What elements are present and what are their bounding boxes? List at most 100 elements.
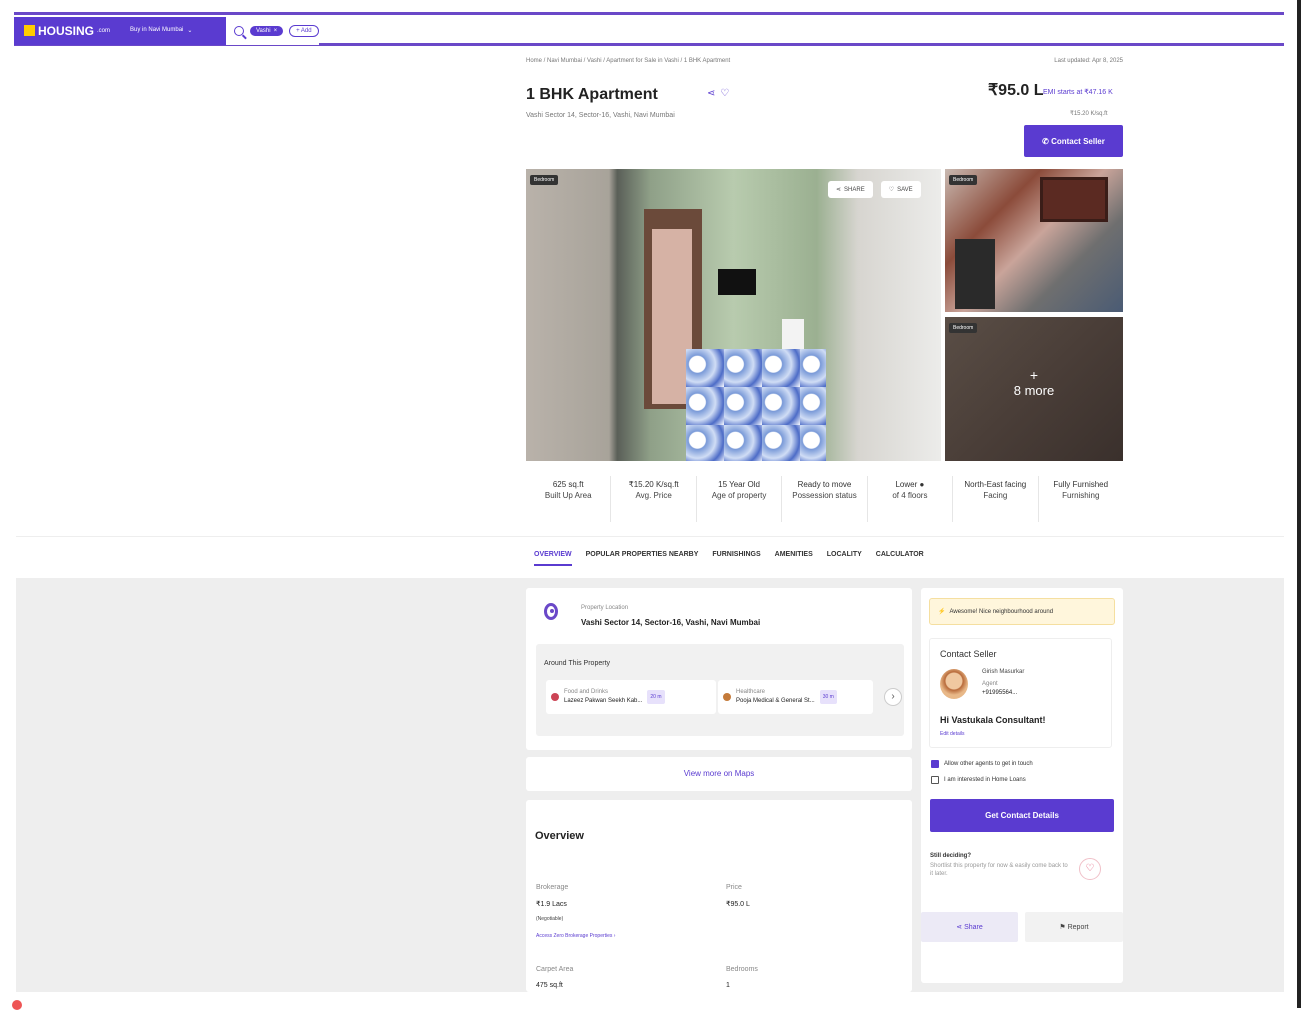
edit-details-link[interactable]: Edit details <box>940 731 964 737</box>
share-icon: ⋖ <box>956 924 965 931</box>
price-per-sqft: ₹15.20 K/sq.ft <box>1070 111 1108 117</box>
poi-distance: 30 m <box>819 690 837 704</box>
flag-icon: ⚑ <box>1059 924 1068 931</box>
emi-link[interactable]: EMI starts at ₹47.16 K <box>1043 88 1113 96</box>
around-title: Around This Property <box>544 660 611 667</box>
poi-name: Lazeez Pakwan Seekh Kab... <box>564 698 643 704</box>
top-accent-line <box>14 12 1284 15</box>
stat-value: ₹15.20 K/sq.ft <box>628 480 679 489</box>
stat-avg-price: ₹15.20 K/sq.ft Avg. Price <box>611 476 697 522</box>
report-label: Report <box>1067 924 1089 931</box>
phone-icon: ✆ <box>1042 136 1052 146</box>
allow-agents-label: Allow other agents to get in touch <box>944 761 1033 767</box>
stat-facing: North-East facing Facing <box>953 476 1039 522</box>
zero-brokerage-link[interactable]: Access Zero Brokerage Properties › <box>536 933 615 939</box>
allow-agents-checkbox[interactable] <box>931 760 939 768</box>
photo-tv <box>718 269 756 295</box>
close-icon[interactable]: × <box>274 28 278 34</box>
photo-save-button[interactable]: ♡ SAVE <box>880 181 921 198</box>
stat-label: Possession status <box>792 491 857 500</box>
avatar <box>940 669 968 699</box>
stat-label: of 4 floors <box>892 491 928 500</box>
location-label: Property Location <box>581 605 629 611</box>
search-bar[interactable]: Vashi × + Add <box>226 16 319 45</box>
share-button[interactable]: ⋖ Share <box>921 912 1018 942</box>
stat-value: Ready to move <box>797 480 852 489</box>
city-dropdown[interactable]: Buy in Navi Mumbai ⌄ <box>130 27 192 34</box>
photo-tag: Bedroom <box>949 175 978 185</box>
stat-value: 625 sq.ft <box>552 480 584 489</box>
poi-card[interactable]: Food and Drinks Lazeez Pakwan Seekh Kab.… <box>546 680 716 714</box>
view-on-maps-link[interactable]: View more on Maps <box>526 757 912 791</box>
add-locality-chip[interactable]: + Add <box>289 24 319 37</box>
home-loans-checkbox[interactable] <box>931 776 939 784</box>
poi-category: Healthcare <box>736 689 766 695</box>
more-photos-label: 8 more <box>1013 383 1055 398</box>
home-loans-checkbox-row[interactable]: I am interested in Home Loans <box>931 776 1026 784</box>
search-chip-vashi[interactable]: Vashi × <box>250 25 284 36</box>
stat-possession: Ready to move Possession status <box>782 476 868 522</box>
heart-icon[interactable]: ♡ <box>720 88 729 99</box>
photo-share-button[interactable]: ⋖ SHARE <box>828 181 873 198</box>
agent-name: Girish Masurkar <box>982 669 1025 675</box>
tab-popular-properties[interactable]: POPULAR PROPERTIES NEARBY <box>586 551 699 566</box>
tab-furnishings[interactable]: FURNISHINGS <box>712 551 760 566</box>
plus-icon: + <box>1029 367 1039 383</box>
agent-phone: +91995564... <box>982 690 1018 696</box>
around-property: Around This Property Food and Drinks Laz… <box>536 644 904 736</box>
stat-label: Facing <box>983 491 1008 500</box>
tab-calculator[interactable]: CALCULATOR <box>876 551 924 566</box>
lightning-icon: ⚡ <box>938 609 946 615</box>
stat-value: North-East facing <box>964 480 1027 489</box>
overview-title: Overview <box>535 830 584 842</box>
tab-locality[interactable]: LOCALITY <box>827 551 862 566</box>
browser-frame: HOUSING .com Buy in Navi Mumbai ⌄ Vashi ×… <box>0 0 1301 1010</box>
breadcrumb[interactable]: Home / Navi Mumbai / Vashi / Apartment f… <box>526 58 730 64</box>
photo-actions: ⋖ SHARE ♡ SAVE <box>828 181 921 198</box>
share-icon[interactable]: ⋖ <box>707 88 715 99</box>
report-button[interactable]: ⚑ Report <box>1025 912 1123 942</box>
allow-agents-checkbox-row[interactable]: Allow other agents to get in touch <box>931 760 1033 768</box>
top-right-photo[interactable]: Bedroom <box>945 169 1123 312</box>
photo-share-label: SHARE <box>844 186 865 193</box>
share-label: Share <box>964 924 983 931</box>
poi-text: Healthcare Pooja Medical & General St... <box>736 688 815 706</box>
property-price: ₹95.0 L <box>988 82 1044 99</box>
logo-mark-icon <box>24 25 35 36</box>
search-icon <box>234 25 244 36</box>
window-edge <box>1297 0 1301 1008</box>
poi-name: Pooja Medical & General St... <box>736 698 815 704</box>
photo-save-label: SAVE <box>897 186 913 193</box>
brokerage-label: Brokerage <box>536 884 569 891</box>
agent-greeting: Hi Vastukala Consultant! <box>940 715 1046 725</box>
property-stats: 625 sq.ft Built Up Area ₹15.20 K/sq.ft Avg… <box>526 476 1123 522</box>
poi-category: Food and Drinks <box>564 689 609 695</box>
poi-card[interactable]: Healthcare Pooja Medical & General St...… <box>718 680 873 714</box>
bedrooms-label: Bedrooms <box>726 966 758 973</box>
chevron-down-icon: ⌄ <box>187 28 193 34</box>
logo-text: HOUSING <box>38 23 95 38</box>
stat-value: Lower <box>895 480 918 489</box>
photo-tag: Bedroom <box>949 323 978 333</box>
logo-suffix: .com <box>97 27 111 34</box>
housing-logo[interactable]: HOUSING .com <box>24 24 110 38</box>
tab-overview[interactable]: OVERVIEW <box>534 551 572 566</box>
get-contact-details-button[interactable]: Get Contact Details <box>930 799 1114 832</box>
contact-seller-button[interactable]: ✆ Contact Seller <box>1024 125 1123 157</box>
info-icon[interactable]: ● <box>919 480 924 489</box>
share-icon: ⋖ <box>836 187 842 193</box>
chevron-right-icon[interactable]: › <box>884 688 902 706</box>
neighbourhood-text: Awesome! Nice neighbourhood around <box>949 608 1054 615</box>
tab-amenities[interactable]: AMENITIES <box>775 551 813 566</box>
location-pin-icon <box>544 603 558 620</box>
brokerage-note: (Negotiable) <box>536 916 564 922</box>
bottom-right-photo[interactable]: Bedroom + 8 more <box>945 317 1123 461</box>
neighbourhood-banner: ⚡ Awesome! Nice neighbourhood around <box>929 598 1115 625</box>
title-actions: ⋖ ♡ <box>707 88 729 99</box>
main-photo[interactable]: Bedroom ⋖ SHARE ♡ SAVE <box>526 169 941 461</box>
more-photos-overlay[interactable]: + 8 more <box>945 367 1123 398</box>
price-label: Price <box>726 884 742 891</box>
shortlist-heart-icon[interactable]: ♡ <box>1079 858 1101 880</box>
home-loans-label: I am interested in Home Loans <box>944 777 1026 783</box>
location-value: Vashi Sector 14, Sector-16, Vashi, Navi … <box>581 618 761 627</box>
